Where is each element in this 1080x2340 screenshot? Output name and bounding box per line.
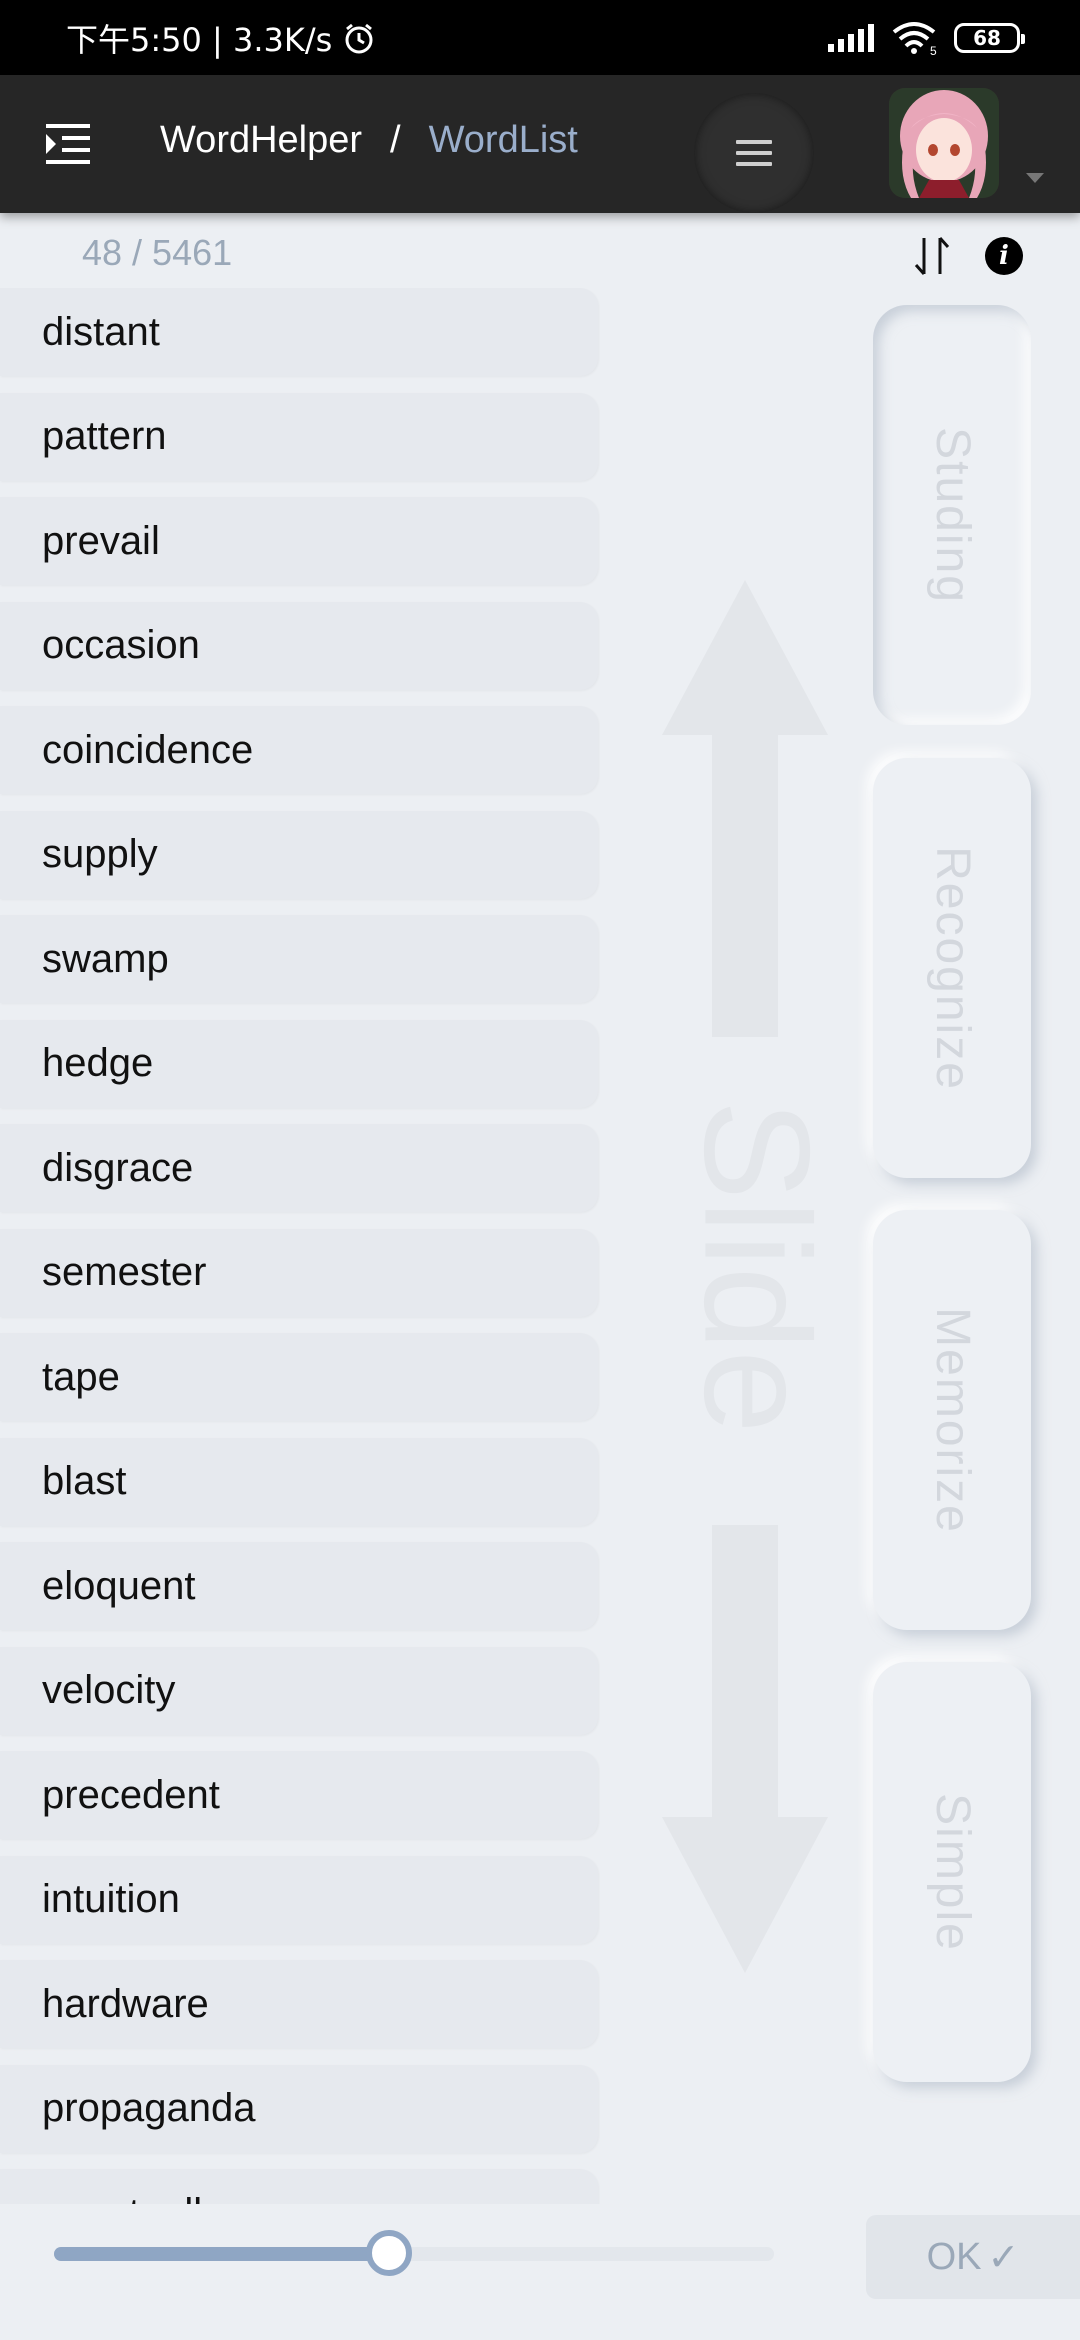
word-list-item[interactable]: precedent [0, 1751, 598, 1839]
word-list-item[interactable]: velocity [0, 1646, 598, 1735]
word-list-item[interactable]: distant [0, 288, 598, 376]
wifi-icon: 5 [892, 21, 937, 56]
word-list-item[interactable]: disgrace [0, 1124, 598, 1212]
signal-icon [828, 23, 874, 52]
category-label: Memorize [925, 1306, 979, 1534]
slider-fill [54, 2247, 389, 2261]
word-list-item[interactable]: pattern [0, 392, 598, 481]
app-title[interactable]: WordHelper [160, 119, 362, 162]
word-list-item[interactable]: coincidence [0, 706, 598, 794]
word-list-item[interactable]: hedge [0, 1019, 598, 1108]
progress-slider[interactable] [54, 2230, 774, 2276]
category-memorize-button[interactable]: Memorize [873, 1210, 1031, 1630]
sort-icon[interactable] [910, 234, 954, 278]
category-label: Studing [925, 426, 979, 604]
word-list-item[interactable]: blast [0, 1437, 598, 1526]
avatar[interactable] [889, 88, 999, 198]
page-title: WordList [428, 119, 578, 161]
breadcrumb-separator: / [390, 119, 401, 161]
check-icon: ✓ [987, 2236, 1020, 2279]
ok-label: OK [926, 2235, 982, 2278]
word-list-item[interactable]: supply [0, 810, 598, 899]
status-bar: 下午5:50 | 3.3K/s 5 68 [0, 0, 1080, 75]
word-list-item[interactable]: hardware [0, 1960, 598, 2048]
status-left: 下午5:50 | 3.3K/s [66, 15, 376, 61]
status-time: 下午5:50 | 3.3K/s [66, 20, 333, 59]
slide-hint-text: Slide [673, 1100, 830, 1434]
slider-thumb[interactable] [365, 2230, 412, 2276]
ok-button[interactable]: OK ✓ [866, 2215, 1080, 2299]
slide-hint-graphic: Slide [662, 580, 830, 1973]
word-list-item[interactable]: occasion [0, 601, 598, 690]
breadcrumb: WordHelper / WordList [160, 119, 578, 162]
word-list-item[interactable]: propaganda [0, 2064, 598, 2153]
word-list-item[interactable]: semester [0, 1228, 598, 1317]
account-dropdown-icon[interactable] [1026, 173, 1044, 183]
word-list-item[interactable]: eventually [0, 2169, 598, 2204]
alarm-icon [345, 23, 373, 53]
category-recognize-button[interactable]: Recognize [873, 758, 1031, 1178]
category-simple-button[interactable]: Simple [873, 1662, 1031, 2082]
battery-icon: 68 [954, 22, 1025, 53]
status-right: 5 68 [828, 20, 1025, 56]
category-label: Simple [925, 1792, 979, 1952]
word-list-item[interactable]: swamp [0, 915, 598, 1003]
category-studying-button[interactable]: Studing [873, 305, 1031, 725]
category-label: Recognize [925, 845, 979, 1091]
menu-button[interactable] [694, 93, 814, 213]
battery-level: 68 [973, 25, 1001, 50]
info-icon[interactable]: i [985, 237, 1023, 275]
word-list-item[interactable]: prevail [0, 497, 598, 585]
wifi-label: 5 [930, 44, 937, 56]
word-list-item[interactable]: tape [0, 1333, 598, 1421]
word-list-item[interactable]: eloquent [0, 1542, 598, 1630]
menu-toggle-icon[interactable] [44, 120, 92, 168]
word-list[interactable]: distant pattern prevail occasion coincidence… [0, 288, 600, 2204]
word-counter: 48 / 5461 [82, 232, 233, 273]
app-bar: WordHelper / WordList [0, 75, 1080, 213]
avatar-image [889, 88, 999, 198]
hamburger-icon [736, 140, 772, 166]
word-list-item[interactable]: intuition [0, 1855, 598, 1944]
